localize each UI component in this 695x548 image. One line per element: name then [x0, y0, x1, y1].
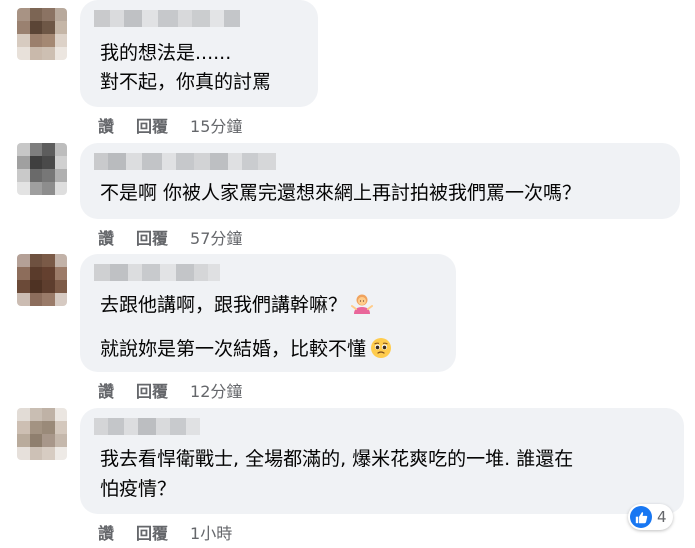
- comment-actions: 讚 回覆 1小時: [98, 520, 232, 544]
- comment-bubble: 我的想法是...... 對不起，你真的討罵: [80, 0, 318, 107]
- comment-bubble: 去跟他講啊，跟我們講幹嘛？ 就說妳是第一次結婚，比較不懂: [80, 254, 456, 372]
- comment-actions: 讚 回覆 12分鐘: [98, 378, 242, 402]
- comment-text-line: 我去看悍衛戰士, 全場都滿的, 爆米花爽吃的一堆. 誰還在: [100, 448, 574, 470]
- comment-text-line: 對不起，你真的討罵: [100, 71, 272, 93]
- reply-link[interactable]: 回覆: [136, 382, 168, 401]
- comment-text-line: 我的想法是......: [100, 42, 232, 64]
- timestamp-link[interactable]: 15分鐘: [190, 117, 242, 136]
- like-link[interactable]: 讚: [98, 229, 114, 248]
- woman-shrugging-emoji: [351, 294, 374, 314]
- avatar[interactable]: [17, 143, 67, 195]
- thumbs-up-icon: [630, 506, 652, 528]
- timestamp-link[interactable]: 57分鐘: [190, 229, 242, 248]
- commenter-name-blurred[interactable]: [94, 10, 240, 27]
- commenter-name-blurred[interactable]: [94, 418, 200, 435]
- like-link[interactable]: 讚: [98, 524, 114, 543]
- timestamp-link[interactable]: 1小時: [190, 524, 232, 543]
- avatar[interactable]: [17, 8, 67, 60]
- reply-link[interactable]: 回覆: [136, 524, 168, 543]
- avatar[interactable]: [17, 254, 67, 306]
- comment-actions: 讚 回覆 57分鐘: [98, 225, 242, 249]
- comment-text-line: 去跟他講啊，跟我們講幹嘛？: [100, 292, 374, 318]
- reply-link[interactable]: 回覆: [136, 229, 168, 248]
- reply-link[interactable]: 回覆: [136, 117, 168, 136]
- pleading-face-emoji: [371, 338, 392, 358]
- comment-text-line: 就說妳是第一次結婚，比較不懂: [100, 336, 392, 362]
- avatar[interactable]: [17, 408, 67, 460]
- timestamp-link[interactable]: 12分鐘: [190, 382, 242, 401]
- like-link[interactable]: 讚: [98, 382, 114, 401]
- commenter-name-blurred[interactable]: [94, 153, 276, 170]
- comment-bubble: 我去看悍衛戰士, 全場都滿的, 爆米花爽吃的一堆. 誰還在 怕疫情？: [80, 408, 684, 514]
- comment-text: 去跟他講啊，跟我們講幹嘛？: [100, 294, 348, 316]
- reaction-count: 4: [657, 508, 667, 526]
- comment-actions: 讚 回覆 15分鐘: [98, 113, 242, 137]
- comment-text: 就說妳是第一次結婚，比較不懂: [100, 338, 367, 360]
- commenter-name-blurred[interactable]: [94, 264, 220, 281]
- comment-text-line: 不是啊 你被人家罵完還想來網上再討拍被我們罵一次嗎？: [100, 182, 582, 204]
- reaction-summary[interactable]: 4: [628, 504, 673, 530]
- comment-bubble: 不是啊 你被人家罵完還想來網上再討拍被我們罵一次嗎？: [80, 143, 680, 219]
- like-link[interactable]: 讚: [98, 117, 114, 136]
- comment-text-line: 怕疫情？: [100, 478, 177, 500]
